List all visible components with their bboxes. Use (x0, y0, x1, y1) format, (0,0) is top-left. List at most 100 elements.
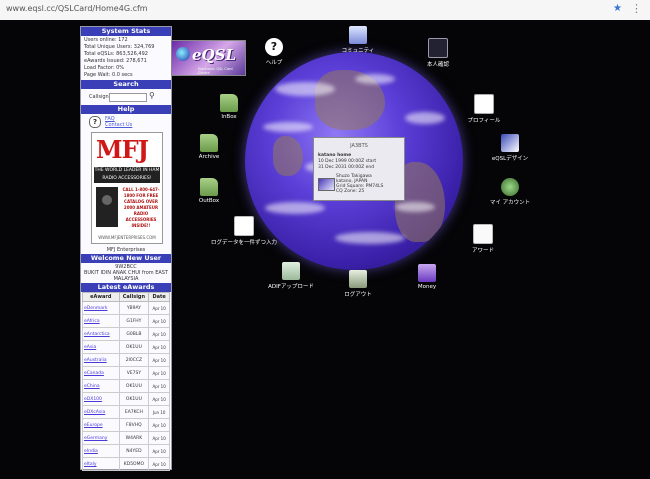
menu-account[interactable]: マイ アカウント (475, 178, 545, 206)
welcome-user: 9W2BCC BUKIT IDIN ANAK CHUI from EAST MA… (81, 263, 171, 283)
star-icon[interactable]: ★ (613, 3, 622, 14)
award-callsign: 2I0CCZ (118, 353, 150, 367)
award-callsign: N4YED (118, 444, 150, 458)
menu-award[interactable]: アワード (448, 224, 518, 254)
award-row: eAntarctica G0BLB Apr 10 (82, 327, 170, 341)
award-row: eIndia N4YED Apr 10 (82, 444, 170, 458)
menu-outbox[interactable]: OutBox (174, 178, 244, 204)
award-callsign: G0BLB (118, 327, 150, 341)
menu-community-label: コミュニティ (341, 48, 375, 54)
menu-money-label: Money (417, 284, 437, 290)
popup-end: 31 Dec 2031 00:00Z end (318, 164, 375, 170)
award-callsign: VE7SY (118, 366, 150, 380)
award-date: Apr 10 (148, 366, 170, 380)
award-link[interactable]: eChina (82, 379, 120, 393)
award-row: eAustralia 2I0CCZ Apr 10 (82, 353, 170, 367)
popup-address: Shuzo Takigawa katano, JAPAN Grid Square… (336, 174, 383, 194)
award-link[interactable]: eDXcAsia (82, 405, 120, 419)
radio-image (96, 187, 118, 227)
url-text[interactable]: www.eqsl.cc/QSLCard/Home4G.cfm (6, 4, 148, 13)
logout-icon (349, 270, 367, 288)
award-link[interactable]: eAfrica (82, 314, 120, 328)
award-callsign: W4ARK (118, 431, 150, 445)
popup-cq-zone: CQ Zone: 25 (336, 189, 365, 194)
ad-caption[interactable]: MFJ Enterprises (81, 246, 171, 254)
award-link[interactable]: eIndia (82, 444, 120, 458)
popup-dates: 10 Dec 1999 00:00Z start 31 Dec 2031 00:… (318, 159, 404, 170)
adif-upload-icon (282, 262, 300, 280)
award-row: eGermany W4ARK Apr 10 (82, 431, 170, 445)
menu-community[interactable]: コミュニティ (323, 26, 393, 54)
award-date: Apr 10 (148, 314, 170, 328)
popup-callsign: JA3BTS (350, 143, 368, 149)
award-link[interactable]: eEurope (82, 418, 120, 432)
menu-logout[interactable]: ログアウト (323, 270, 393, 298)
latest-eawards-table: eAward Callsign Date eDenmark YB9AY Apr 10… (82, 292, 170, 471)
contact-us-link[interactable]: Contact Us (105, 122, 132, 128)
column-header: Date (148, 292, 170, 302)
menu-self-verify[interactable]: 本人確認 (403, 38, 473, 68)
award-date: Apr 10 (148, 340, 170, 354)
system-stats: Users online: 172 Total Unique Users: 32… (81, 36, 171, 80)
qsl-card-thumbnail[interactable] (318, 178, 335, 191)
menu-archive[interactable]: Archive (174, 134, 244, 160)
award-date: Apr 10 (148, 444, 170, 458)
award-link[interactable]: eGermany (82, 431, 120, 445)
award-callsign: G1FHY (118, 314, 150, 328)
menu-adif-label: ADIFアップロード (268, 284, 314, 290)
ad-tagline: THE WORLD LEADER IN HAM RADIO ACCESSORIE… (94, 167, 160, 183)
mfj-logo: MFJ (96, 135, 149, 164)
menu-help[interactable]: ? ヘルプ (239, 38, 309, 66)
award-link[interactable]: eAustralia (82, 353, 120, 367)
award-date: Apr 10 (148, 327, 170, 341)
account-icon (501, 178, 519, 196)
menu-icon[interactable]: ⋮ (631, 2, 642, 15)
menu-inbox[interactable]: InBox (194, 94, 264, 120)
eqsl-logo[interactable]: eQSL Electronic QSL Card Centre (171, 40, 246, 76)
community-icon (349, 26, 367, 44)
award-date: Apr 10 (148, 457, 170, 471)
welcome-location: BUKIT IDIN ANAK CHUI from EAST MALAYSIA (83, 270, 169, 282)
logo-text: eQSL (192, 46, 236, 64)
award-row: eAfrica G1FHY Apr 10 (82, 314, 170, 328)
award-link[interactable]: eAntarctica (82, 327, 120, 341)
award-callsign: OK1UU (118, 379, 150, 393)
award-link[interactable]: eAsia (82, 340, 120, 354)
menu-design[interactable]: eQSLデザイン (475, 134, 545, 162)
binoculars-icon[interactable]: ⚲ (149, 91, 155, 100)
card-design-icon (501, 134, 519, 152)
logo-globe-icon (176, 47, 190, 61)
award-link[interactable]: eDenmark (82, 301, 120, 315)
menu-adif-upload[interactable]: ADIFアップロード (256, 262, 326, 290)
award-callsign: OK1UU (118, 392, 150, 406)
money-icon (418, 264, 436, 282)
stat-line: eAwards Issued: 278,671 (84, 58, 147, 64)
award-row: eCanada VE7SY Apr 10 (82, 366, 170, 380)
award-link[interactable]: eItaly (82, 457, 120, 471)
id-verify-icon (428, 38, 448, 58)
menu-money[interactable]: Money (392, 264, 462, 290)
qsl-card-popup[interactable]: JA3BTS katano home 10 Dec 1999 00:00Z st… (313, 137, 405, 201)
mfj-advertisement[interactable]: MFJ THE WORLD LEADER IN HAM RADIO ACCESS… (91, 132, 163, 244)
award-link[interactable]: eCanada (82, 366, 120, 380)
question-icon[interactable]: ? (89, 116, 101, 128)
award-link[interactable]: eDX100 (82, 392, 120, 406)
stat-line: Users online: 172 (84, 37, 128, 43)
search-header: Search (81, 80, 171, 89)
welcome-header: Welcome New User (81, 254, 171, 263)
award-date: Jun 10 (148, 405, 170, 419)
award-date: Apr 10 (148, 379, 170, 393)
callsign-search-input[interactable] (109, 93, 147, 102)
menu-profile[interactable]: プロフィール (449, 94, 519, 124)
award-date: Apr 10 (148, 418, 170, 432)
award-row: eEurope F8VHQ Apr 10 (82, 418, 170, 432)
system-stats-header: System Stats (81, 27, 171, 36)
archive-folder-icon (200, 134, 218, 152)
browser-address-bar[interactable]: www.eqsl.cc/QSLCard/Home4G.cfm ★ ⋮ (0, 0, 650, 21)
menu-log-entry[interactable]: ログデータを一件ずつ入力 (209, 216, 279, 246)
menu-design-label: eQSLデザイン (491, 156, 529, 162)
award-row: eDXcAsia EA7KCH Jun 10 (82, 405, 170, 419)
menu-self-label: 本人確認 (426, 62, 449, 68)
award-callsign: KD5OMO (118, 457, 150, 471)
menu-profile-label: プロフィール (467, 118, 501, 124)
